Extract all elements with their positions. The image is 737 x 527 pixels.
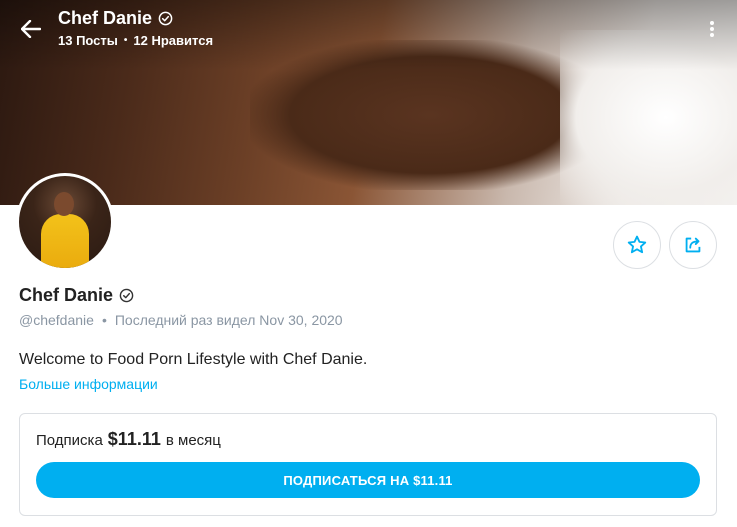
avatar-dress-shape — [41, 214, 89, 268]
meta-separator: • — [101, 312, 107, 328]
likes-count: 12 Нравится — [133, 33, 214, 48]
subscription-card: Подписка $11.11 в месяц ПОДПИСАТЬСЯ НА $… — [19, 413, 717, 516]
header-separator: • — [123, 35, 128, 46]
add-to-favorites-button[interactable] — [613, 221, 661, 269]
verified-icon — [119, 288, 134, 303]
more-vertical-icon — [710, 21, 714, 37]
header-name: Chef Danie — [58, 8, 153, 28]
subscribe-button[interactable]: ПОДПИСАТЬСЯ НА $11.11 — [36, 462, 700, 498]
more-info-link[interactable]: Больше информации — [19, 376, 158, 392]
subscription-period: в месяц — [165, 432, 221, 449]
back-button[interactable] — [14, 14, 48, 44]
subscription-price: $11.11 — [107, 429, 161, 449]
avatar-face-shape — [54, 192, 74, 216]
more-options-button[interactable] — [701, 16, 723, 42]
avatar-photo — [19, 176, 111, 268]
last-seen: Последний раз видел Nov 30, 2020 — [114, 312, 343, 328]
verified-icon — [158, 11, 173, 26]
profile-meta-row: @chefdanie • Последний раз видел Nov 30,… — [19, 312, 343, 328]
back-arrow-icon — [21, 20, 41, 38]
profile-handle: @chefdanie — [19, 312, 94, 328]
profile-name-row: Chef Danie — [19, 285, 134, 306]
share-button[interactable] — [669, 221, 717, 269]
avatar[interactable] — [16, 173, 114, 271]
top-bar: Chef Danie 13 Посты • 12 Нравится — [0, 0, 737, 60]
profile-bio: Welcome to Food Porn Lifestyle with Chef… — [19, 351, 368, 368]
share-icon — [685, 237, 701, 253]
star-icon — [627, 235, 647, 254]
subscription-label: Подписка — [36, 432, 103, 449]
profile-name: Chef Danie — [19, 285, 114, 305]
header-title-block: Chef Danie 13 Посты • 12 Нравится — [58, 8, 213, 48]
subscription-price-row: Подписка $11.11 в месяц — [36, 429, 221, 450]
posts-count: 13 Посты — [58, 33, 118, 48]
